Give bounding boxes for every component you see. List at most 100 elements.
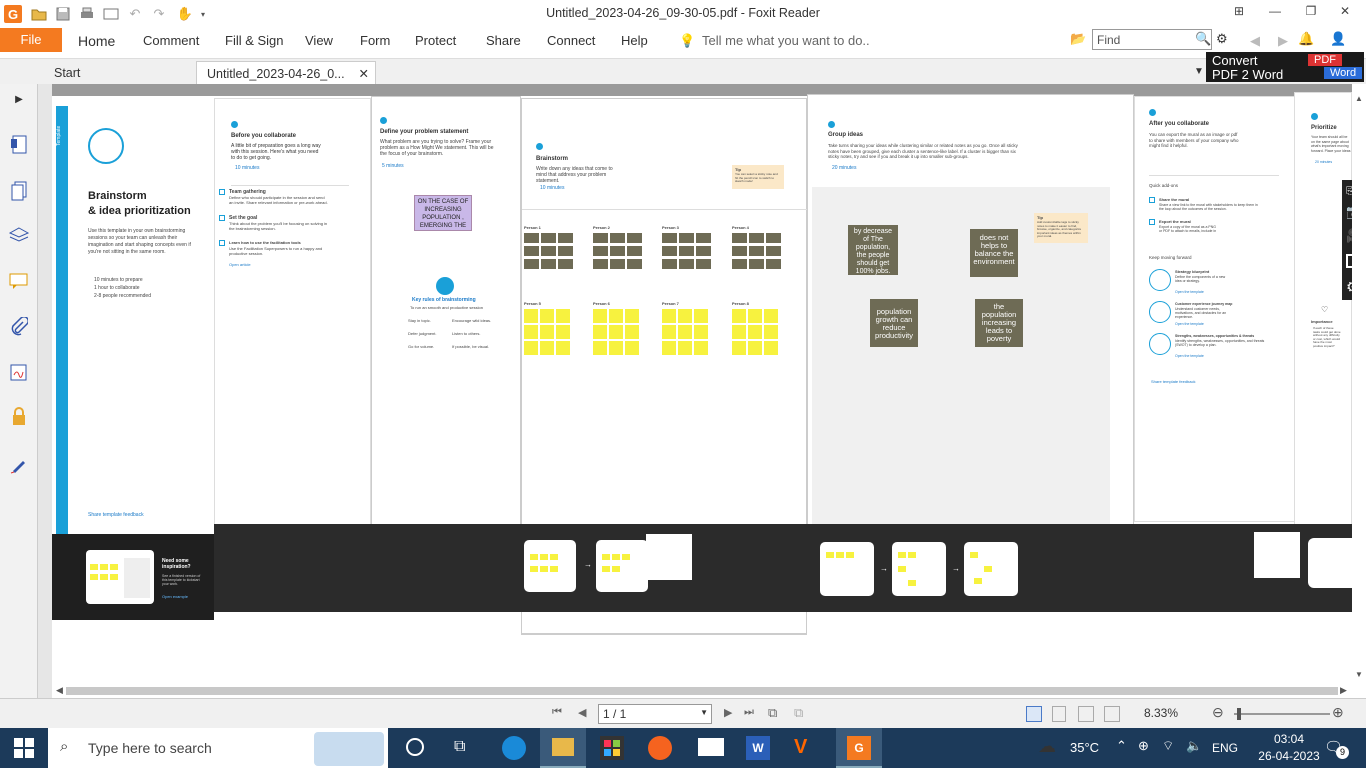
weather-cloud-icon[interactable]: ☁ <box>1038 736 1056 757</box>
find-search-icon[interactable]: 🔍 <box>1195 31 1211 47</box>
empty-sticky-note[interactable] <box>662 309 676 323</box>
empty-sticky-note[interactable] <box>694 341 708 355</box>
empty-sticky-note[interactable] <box>540 325 554 339</box>
brainstorm-note[interactable] <box>679 246 694 256</box>
empty-sticky-note[interactable] <box>609 309 623 323</box>
file-explorer-button[interactable] <box>540 728 586 768</box>
menu-help[interactable]: Help <box>621 33 648 48</box>
brainstorm-note[interactable] <box>541 259 556 269</box>
menu-view[interactable]: View <box>305 33 333 48</box>
menu-fill-sign[interactable]: Fill & Sign <box>225 33 284 48</box>
empty-sticky-note[interactable] <box>678 325 692 339</box>
language-indicator[interactable]: ENG <box>1212 741 1238 755</box>
brainstorm-note[interactable] <box>541 246 556 256</box>
signature-icon[interactable] <box>8 362 30 384</box>
brainstorm-note[interactable] <box>749 233 764 243</box>
empty-sticky-note[interactable] <box>748 341 762 355</box>
bookmarks-icon[interactable] <box>8 134 30 156</box>
idea-note-1[interactable]: by decrease of The population, the peopl… <box>848 225 898 275</box>
p6-checkbox-b[interactable] <box>1149 219 1155 225</box>
account-icon[interactable]: 👤 <box>1330 31 1346 47</box>
minimize-button[interactable]: — <box>1264 4 1286 22</box>
windows-start-icon[interactable] <box>14 738 34 761</box>
brainstorm-note[interactable] <box>662 259 677 269</box>
last-page-icon[interactable]: ⏭ <box>744 706 754 719</box>
zoom-slider[interactable] <box>1234 708 1330 720</box>
continuous-facing-icon[interactable] <box>1104 706 1120 722</box>
vlc-app-icon[interactable]: V <box>794 736 818 760</box>
empty-sticky-note[interactable] <box>556 325 570 339</box>
brainstorm-note[interactable] <box>766 246 781 256</box>
p1-share-feedback[interactable]: Share template feedback <box>88 512 144 518</box>
brainstorm-note[interactable] <box>749 259 764 269</box>
p2-open-article[interactable]: Open article <box>229 262 251 268</box>
next-page-icon[interactable]: ▶ <box>724 706 732 719</box>
menu-home[interactable]: Home <box>78 33 115 49</box>
page-number-input[interactable]: 1 / 1 ▼ <box>598 704 712 724</box>
empty-sticky-note[interactable] <box>524 309 538 323</box>
idea-note-2[interactable]: does not helps to balance the environmen… <box>970 229 1018 277</box>
brainstorm-note[interactable] <box>593 259 608 269</box>
word-app-icon[interactable]: W <box>746 736 770 760</box>
panel-splitter[interactable] <box>38 84 52 698</box>
empty-sticky-note[interactable] <box>540 341 554 355</box>
empty-sticky-note[interactable] <box>609 341 623 355</box>
vertical-scrollbar[interactable]: ▲ ▼ <box>1352 92 1366 682</box>
scroll-up-icon[interactable]: ▲ <box>1355 94 1363 103</box>
brainstorm-note[interactable] <box>558 246 573 256</box>
file-tab[interactable]: File <box>0 28 62 52</box>
brainstorm-note[interactable] <box>696 233 711 243</box>
empty-sticky-note[interactable] <box>593 325 607 339</box>
brainstorm-note[interactable] <box>679 233 694 243</box>
empty-sticky-note[interactable] <box>625 325 639 339</box>
brainstorm-note[interactable] <box>732 246 747 256</box>
empty-sticky-note[interactable] <box>609 325 623 339</box>
problem-statement-note[interactable]: ON THE CASE OF INCREASING POPULATION , E… <box>414 195 472 231</box>
tell-me-box[interactable]: Tell me what you want to do.. <box>702 33 870 48</box>
brainstorm-note[interactable] <box>696 246 711 256</box>
empty-sticky-note[interactable] <box>625 309 639 323</box>
brainstorm-note[interactable] <box>662 246 677 256</box>
single-page-icon[interactable] <box>1026 706 1042 722</box>
firefox-icon[interactable] <box>648 736 672 760</box>
restore-layout-icon[interactable]: ⊞ <box>1228 4 1250 22</box>
brainstorm-note[interactable] <box>679 259 694 269</box>
menu-protect[interactable]: Protect <box>415 33 456 48</box>
brainstorm-note[interactable] <box>558 233 573 243</box>
find-input[interactable]: Find <box>1092 29 1212 50</box>
tab-start[interactable]: Start <box>44 61 194 85</box>
empty-sticky-note[interactable] <box>764 341 778 355</box>
empty-sticky-note[interactable] <box>732 341 746 355</box>
open-example-link[interactable]: Open example <box>162 594 188 600</box>
empty-sticky-note[interactable] <box>764 325 778 339</box>
scroll-down-icon[interactable]: ▼ <box>1355 670 1363 679</box>
brainstorm-note[interactable] <box>610 246 625 256</box>
menu-comment[interactable]: Comment <box>143 33 199 48</box>
notification-bell-icon[interactable]: 🔔 <box>1298 31 1314 47</box>
idea-note-3[interactable]: population growth can reduce productivit… <box>870 299 918 347</box>
continuous-page-icon[interactable] <box>1052 706 1066 722</box>
brainstorm-note[interactable] <box>766 233 781 243</box>
empty-sticky-note[interactable] <box>593 309 607 323</box>
foxit-taskbar-button[interactable]: G <box>836 728 882 768</box>
empty-sticky-note[interactable] <box>694 309 708 323</box>
close-button[interactable]: ✕ <box>1334 4 1356 22</box>
zoom-in-icon[interactable]: ⊕ <box>1332 704 1344 721</box>
brainstorm-note[interactable] <box>541 233 556 243</box>
p2-checkbox-b[interactable] <box>219 215 225 221</box>
close-tab-icon[interactable]: ✕ <box>359 66 369 81</box>
zoom-slider-thumb[interactable] <box>1237 708 1241 720</box>
brainstorm-note[interactable] <box>662 233 677 243</box>
layers-icon[interactable] <box>8 224 30 246</box>
empty-sticky-note[interactable] <box>748 309 762 323</box>
brainstorm-note[interactable] <box>696 259 711 269</box>
menu-connect[interactable]: Connect <box>547 33 595 48</box>
brainstorm-note[interactable] <box>766 259 781 269</box>
p6-share-feedback[interactable]: Share template feedback <box>1151 379 1195 385</box>
wifi-icon[interactable]: ⌔ <box>1162 738 1174 754</box>
empty-sticky-note[interactable] <box>524 341 538 355</box>
brainstorm-note[interactable] <box>558 259 573 269</box>
brainstorm-note[interactable] <box>627 233 642 243</box>
task-view-icon[interactable]: ⧉ <box>454 738 465 756</box>
first-page-icon[interactable]: ⏮ <box>552 706 562 719</box>
